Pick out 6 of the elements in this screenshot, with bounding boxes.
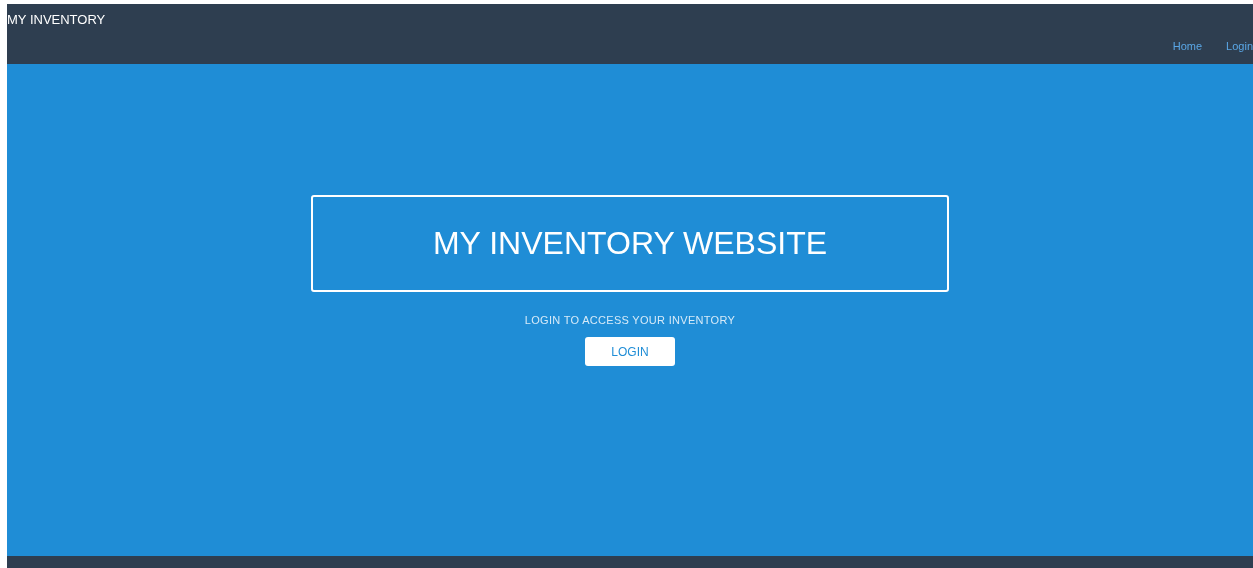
brand-title: MY INVENTORY [7,12,106,27]
hero-title: MY INVENTORY WEBSITE [311,195,949,292]
hero-subtitle: LOGIN TO ACCESS YOUR INVENTORY [524,314,736,326]
login-button[interactable]: LOGIN [585,337,675,366]
nav-link[interactable]: Home [1172,40,1203,52]
nav-link[interactable]: Login [1226,40,1253,52]
